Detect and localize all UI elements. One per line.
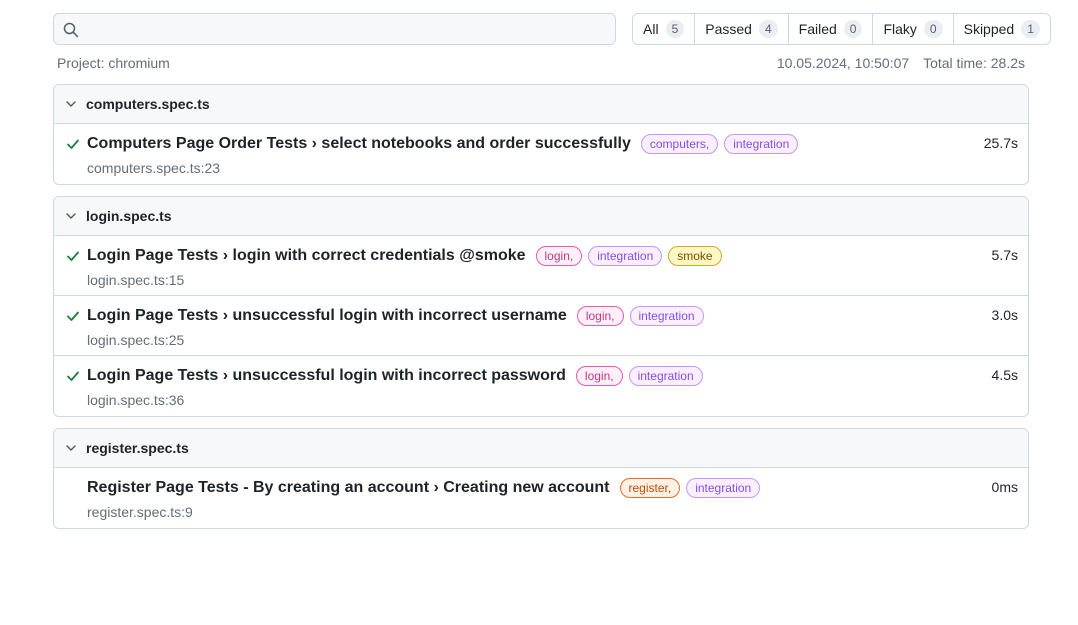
test-title: Computers Page Order Tests › select note… (87, 134, 799, 154)
search-box[interactable] (53, 13, 616, 45)
test-file-group: register.spec.ts Register Page Tests - By… (53, 428, 1029, 529)
tag-badge[interactable]: integration (588, 246, 663, 266)
test-title: Login Page Tests › unsuccessful login wi… (87, 366, 703, 386)
test-location: login.spec.ts:36 (87, 392, 185, 408)
test-row[interactable]: Computers Page Order Tests › select note… (54, 124, 1028, 184)
test-location: login.spec.ts:15 (87, 272, 185, 288)
tag-badge[interactable]: computers, (640, 134, 719, 154)
test-name: Register Page Tests - By creating an acc… (87, 479, 610, 496)
chevron-down-icon (66, 213, 76, 219)
test-location: register.spec.ts:9 (87, 504, 193, 520)
toolbar: All 5 Passed 4 Failed 0 Flaky 0 Skipped … (53, 13, 1051, 45)
test-duration: 25.7s (983, 135, 1018, 151)
check-icon (67, 311, 79, 321)
filter-failed[interactable]: Failed 0 (789, 14, 874, 44)
filter-all[interactable]: All 5 (633, 14, 696, 44)
file-name: login.spec.ts (86, 208, 172, 224)
test-name: Login Page Tests › unsuccessful login wi… (87, 307, 567, 324)
run-timestamp: 10.05.2024, 10:50:07 (776, 55, 910, 71)
file-name: register.spec.ts (86, 440, 189, 456)
filter-count: 1 (1021, 20, 1040, 38)
filter-label: Failed (798, 21, 837, 37)
chevron-down-icon (66, 445, 76, 451)
filter-skipped[interactable]: Skipped 1 (954, 14, 1050, 44)
run-info: 10.05.2024, 10:50:07 Total time: 28.2s (777, 55, 1025, 71)
check-icon (67, 251, 79, 261)
chevron-down-icon (66, 101, 76, 107)
search-input[interactable] (86, 18, 606, 40)
test-location: login.spec.ts:25 (87, 332, 185, 348)
filter-count: 4 (758, 20, 778, 38)
tag-badge[interactable]: integration (686, 478, 761, 498)
check-icon (67, 371, 79, 381)
test-row[interactable]: Login Page Tests › unsuccessful login wi… (54, 296, 1028, 356)
check-icon (67, 139, 79, 149)
test-title: Login Page Tests › login with correct cr… (87, 246, 722, 266)
test-duration: 0ms (991, 479, 1018, 495)
file-header[interactable]: register.spec.ts (54, 429, 1028, 468)
test-duration: 3.0s (991, 307, 1018, 323)
tag-badge[interactable]: integration (629, 306, 704, 326)
status-filter-bar: All 5 Passed 4 Failed 0 Flaky 0 Skipped … (632, 13, 1051, 45)
filter-count: 0 (843, 20, 863, 38)
tag-badge[interactable]: login, (535, 246, 583, 266)
filter-label: Flaky (883, 21, 917, 37)
test-duration: 5.7s (991, 247, 1018, 263)
test-row[interactable]: Login Page Tests › unsuccessful login wi… (54, 356, 1028, 416)
test-location: computers.spec.ts:23 (87, 160, 221, 176)
test-duration: 4.5s (991, 367, 1018, 383)
filter-flaky[interactable]: Flaky 0 (873, 14, 954, 44)
tag-badge[interactable]: login, (575, 366, 623, 386)
test-title: Login Page Tests › unsuccessful login wi… (87, 306, 704, 326)
file-header[interactable]: computers.spec.ts (54, 85, 1028, 124)
search-icon (63, 22, 79, 38)
project-label: Project: chromium (57, 55, 170, 71)
tag-badge[interactable]: smoke (668, 246, 722, 266)
filter-label: Passed (705, 21, 752, 37)
test-file-group: login.spec.ts Login Page Tests › login wi… (53, 196, 1029, 417)
file-header[interactable]: login.spec.ts (54, 197, 1028, 236)
filter-count: 0 (923, 20, 943, 38)
filter-label: Skipped (963, 21, 1015, 37)
test-file-group: computers.spec.ts Computers Page Order Te… (53, 84, 1029, 185)
tag-badge[interactable]: register, (619, 478, 681, 498)
tag-badge[interactable]: integration (724, 134, 799, 154)
test-name: Login Page Tests › unsuccessful login wi… (87, 367, 566, 384)
test-title: Register Page Tests - By creating an acc… (87, 478, 761, 498)
filter-passed[interactable]: Passed 4 (695, 14, 789, 44)
total-time: Total time: 28.2s (923, 55, 1025, 71)
test-row[interactable]: Register Page Tests - By creating an acc… (54, 468, 1028, 528)
test-row[interactable]: Login Page Tests › login with correct cr… (54, 236, 1028, 296)
tag-badge[interactable]: login, (576, 306, 624, 326)
filter-label: All (643, 21, 659, 37)
file-name: computers.spec.ts (86, 96, 210, 112)
test-name: Computers Page Order Tests › select note… (87, 135, 631, 152)
test-name: Login Page Tests › login with correct cr… (87, 247, 526, 264)
filter-count: 5 (665, 20, 685, 38)
tag-badge[interactable]: integration (628, 366, 703, 386)
